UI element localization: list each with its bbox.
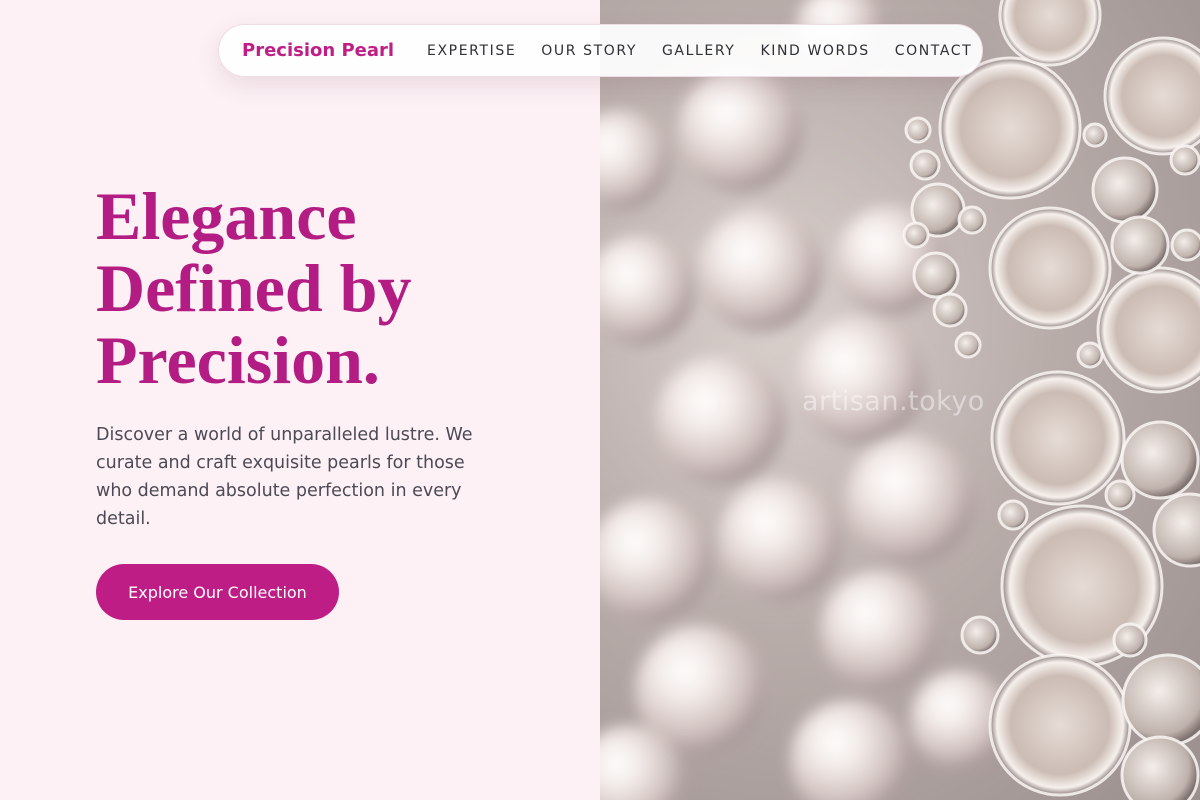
- watermark-text: artisan.tokyo: [802, 386, 985, 417]
- hero-image: artisan.tokyo: [600, 0, 1200, 800]
- headline-line-1: Elegance: [96, 178, 357, 254]
- headline-line-3: Precision.: [96, 322, 380, 398]
- hero-headline: Elegance Defined by Precision.: [96, 180, 566, 396]
- headline-line-2: Defined by: [96, 250, 412, 326]
- nav-links: EXPERTISE OUR STORY GALLERY KIND WORDS C…: [427, 43, 972, 59]
- top-navbar: Precision Pearl EXPERTISE OUR STORY GALL…: [218, 24, 983, 77]
- nav-link-kind-words[interactable]: KIND WORDS: [760, 43, 869, 59]
- nav-link-our-story[interactable]: OUR STORY: [541, 43, 637, 59]
- brand-logo[interactable]: Precision Pearl: [242, 40, 394, 61]
- hero-description: Discover a world of unparalleled lustre.…: [96, 425, 473, 529]
- nav-link-contact[interactable]: CONTACT: [895, 43, 973, 59]
- hero-left-pane: [0, 0, 600, 800]
- nav-link-expertise[interactable]: EXPERTISE: [427, 43, 516, 59]
- nav-link-gallery[interactable]: GALLERY: [662, 43, 735, 59]
- explore-collection-button[interactable]: Explore Our Collection: [96, 564, 339, 620]
